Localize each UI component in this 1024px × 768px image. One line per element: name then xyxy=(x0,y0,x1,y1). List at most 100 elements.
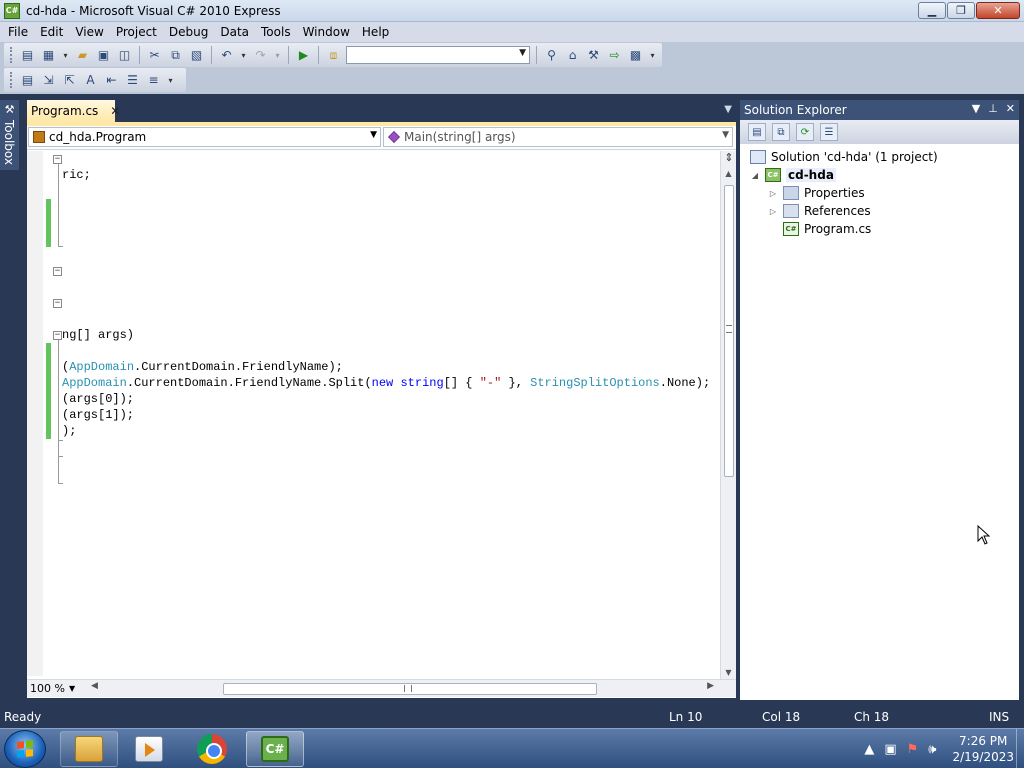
menu-tools[interactable]: Tools xyxy=(255,25,297,39)
show-desktop-button[interactable] xyxy=(1016,729,1024,768)
menu-view[interactable]: View xyxy=(69,25,109,39)
clock[interactable]: 7:26 PM 2/19/2023 xyxy=(952,733,1014,765)
start-page-icon[interactable]: ⇨ xyxy=(606,47,623,64)
network-icon[interactable]: ▣ xyxy=(884,742,896,757)
window-position-icon[interactable]: ▼ xyxy=(972,102,980,115)
menu-debug[interactable]: Debug xyxy=(163,25,214,39)
taskbar-media-player[interactable] xyxy=(120,731,178,767)
redo-dropdown-icon[interactable]: ▾ xyxy=(273,47,282,64)
taskbar-chrome[interactable] xyxy=(183,731,241,767)
menu-help[interactable]: Help xyxy=(356,25,395,39)
refresh-icon[interactable]: ⟳ xyxy=(796,123,814,141)
tree-node-solution[interactable]: Solution 'cd-hda' (1 project) xyxy=(750,148,938,166)
code-line[interactable]: (args[1]); xyxy=(62,407,134,423)
display-word-completion-icon[interactable]: A xyxy=(82,72,99,89)
chevron-down-icon[interactable]: ▼ xyxy=(519,48,526,58)
open-file-icon[interactable]: ▰ xyxy=(74,47,91,64)
chevron-down-icon[interactable]: ▼ xyxy=(722,130,729,140)
code-line[interactable]: ); xyxy=(62,423,76,439)
collapse-triangle-icon[interactable]: ◢ xyxy=(750,171,760,180)
tree-node-references[interactable]: ▷ References xyxy=(768,202,871,220)
minimize-button[interactable]: ▁ xyxy=(918,2,946,19)
members-combo[interactable]: Main(string[] args) ▼ xyxy=(383,127,733,147)
scroll-up-icon[interactable]: ▲ xyxy=(721,169,736,178)
splitter-icon[interactable]: ⇕ xyxy=(722,151,736,167)
toolbar-options-icon[interactable]: ▾ xyxy=(166,72,175,89)
code-line[interactable]: AppDomain.CurrentDomain.FriendlyName.Spl… xyxy=(62,375,710,391)
menu-edit[interactable]: Edit xyxy=(34,25,69,39)
save-all-icon[interactable]: ◫ xyxy=(116,47,133,64)
collapse-region-icon[interactable]: − xyxy=(53,267,62,276)
toolbox-tab[interactable]: ⚒ Toolbox xyxy=(0,100,19,170)
expand-triangle-icon[interactable]: ▷ xyxy=(768,207,778,216)
undo-dropdown-icon[interactable]: ▾ xyxy=(239,47,248,64)
solution-explorer-header[interactable]: Solution Explorer ▼ ⊥ ✕ xyxy=(740,100,1019,120)
copy-icon[interactable]: ⧉ xyxy=(167,47,184,64)
start-debugging-icon[interactable]: ▶ xyxy=(295,47,312,64)
code-line[interactable]: (AppDomain.CurrentDomain.FriendlyName); xyxy=(62,359,343,375)
undo-icon[interactable]: ↶ xyxy=(218,47,235,64)
display-parameter-info-icon[interactable]: ⇲ xyxy=(40,72,57,89)
redo-icon[interactable]: ↷ xyxy=(252,47,269,64)
toolbox-icon[interactable]: ⚒ xyxy=(585,47,602,64)
chevron-down-icon[interactable]: ▼ xyxy=(370,130,377,140)
toolbox-pin-icon[interactable]: ⚒ xyxy=(0,100,19,118)
find-combo[interactable]: ▼ xyxy=(346,46,530,64)
vertical-scrollbar[interactable]: ⇕ ▲ ▼ xyxy=(720,151,736,679)
title-bar[interactable]: C# cd-hda - Microsoft Visual C# 2010 Exp… xyxy=(0,0,1024,22)
comment-out-icon[interactable]: ☰ xyxy=(124,72,141,89)
expand-triangle-icon[interactable]: ▷ xyxy=(768,189,778,198)
menu-file[interactable]: File xyxy=(2,25,34,39)
scroll-left-icon[interactable]: ◀ xyxy=(91,681,98,691)
maximize-button[interactable]: ❐ xyxy=(947,2,975,19)
toolbar-grip[interactable] xyxy=(10,47,13,63)
app-icon[interactable]: C# xyxy=(4,2,20,19)
collapse-region-icon[interactable]: − xyxy=(53,331,62,340)
code-line[interactable]: ric; xyxy=(62,167,91,183)
show-hidden-icons-icon[interactable]: ▲ xyxy=(864,742,874,757)
add-item-dropdown-icon[interactable]: ▾ xyxy=(61,47,70,64)
collapse-region-icon[interactable]: − xyxy=(53,155,62,164)
auto-hide-pin-icon[interactable]: ⊥ xyxy=(988,102,998,115)
collapse-region-icon[interactable]: − xyxy=(53,299,62,308)
show-all-files-icon[interactable]: ⧉ xyxy=(772,123,790,141)
types-combo[interactable]: cd_hda.Program ▼ xyxy=(28,127,381,147)
new-project-icon[interactable]: ▤ xyxy=(19,47,36,64)
toolbar-options-icon[interactable]: ▾ xyxy=(648,47,657,64)
save-icon[interactable]: ▣ xyxy=(95,47,112,64)
menu-project[interactable]: Project xyxy=(110,25,163,39)
display-object-member-list-icon[interactable]: ▤ xyxy=(19,72,36,89)
display-quick-info-icon[interactable]: ⇱ xyxy=(61,72,78,89)
taskbar-visual-csharp[interactable]: C# xyxy=(246,731,304,767)
code-text-area[interactable]: − − − − ric; ng[] args) (AppDomain.Curre… xyxy=(27,151,720,676)
add-item-icon[interactable]: ▦ xyxy=(40,47,57,64)
find-in-files-icon[interactable]: ⧈ xyxy=(325,47,342,64)
menu-data[interactable]: Data xyxy=(214,25,255,39)
scroll-right-icon[interactable]: ▶ xyxy=(707,681,714,691)
active-files-dropdown-icon[interactable]: ▼ xyxy=(724,104,732,115)
toolbar-grip[interactable] xyxy=(10,72,13,88)
indicator-margin[interactable] xyxy=(27,151,43,676)
taskbar-explorer[interactable] xyxy=(60,731,118,767)
properties-window-icon[interactable]: ⌂ xyxy=(564,47,581,64)
code-line[interactable]: ng[] args) xyxy=(62,327,134,343)
tab-program-cs[interactable]: Program.cs ✕ xyxy=(27,100,120,122)
tree-node-project[interactable]: ◢ C# cd-hda xyxy=(750,166,836,184)
close-tab-icon[interactable]: ✕ xyxy=(110,104,120,118)
volume-icon[interactable]: 🕪 xyxy=(928,742,936,757)
start-button[interactable] xyxy=(4,730,46,768)
chevron-down-icon[interactable]: ▼ xyxy=(69,684,75,693)
scroll-down-icon[interactable]: ▼ xyxy=(721,668,736,677)
menu-window[interactable]: Window xyxy=(297,25,356,39)
action-center-icon[interactable]: ⚑ xyxy=(907,742,919,757)
code-line[interactable]: (args[0]); xyxy=(62,391,134,407)
close-panel-icon[interactable]: ✕ xyxy=(1006,102,1015,115)
tree-node-program-cs[interactable]: C# Program.cs xyxy=(783,220,871,238)
solution-explorer-icon[interactable]: ⚲ xyxy=(543,47,560,64)
zoom-combo[interactable]: 100 % ▼ xyxy=(30,681,86,696)
properties-icon[interactable]: ▤ xyxy=(748,123,766,141)
paste-icon[interactable]: ▧ xyxy=(188,47,205,64)
view-code-icon[interactable]: ☰ xyxy=(820,123,838,141)
uncomment-icon[interactable]: ≡ xyxy=(145,72,162,89)
close-button[interactable]: ✕ xyxy=(976,2,1020,19)
